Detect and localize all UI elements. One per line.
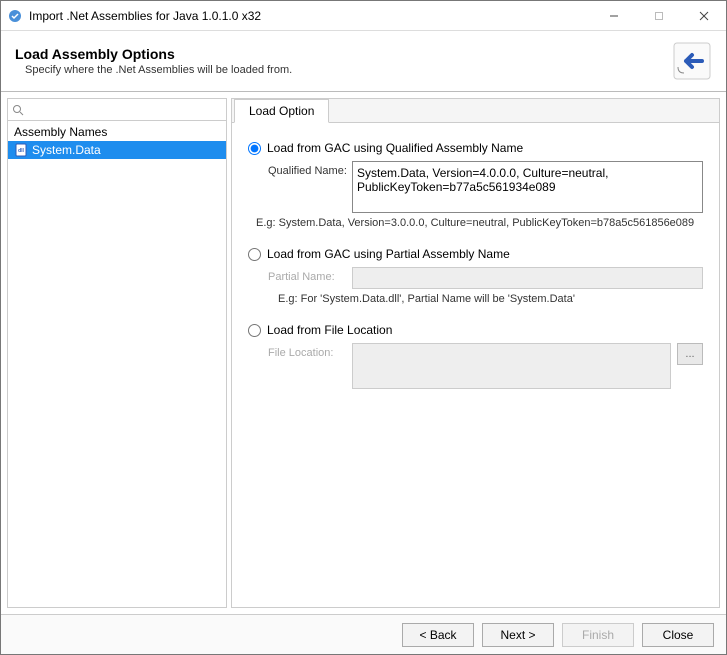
- radio-gac-qualified-row[interactable]: Load from GAC using Qualified Assembly N…: [248, 141, 703, 155]
- option-file-location: Load from File Location File Location: .…: [248, 323, 703, 389]
- next-button[interactable]: Next >: [482, 623, 554, 647]
- banner-text: Load Assembly Options Specify where the …: [15, 46, 672, 76]
- tab-content: Load from GAC using Qualified Assembly N…: [232, 123, 719, 607]
- assembly-item-system-data[interactable]: dll System.Data: [8, 141, 226, 159]
- option-gac-qualified: Load from GAC using Qualified Assembly N…: [248, 141, 703, 229]
- qualified-name-hint: E.g: System.Data, Version=3.0.0.0, Cultu…: [248, 217, 703, 229]
- assembly-tree[interactable]: dll System.Data: [8, 141, 226, 607]
- browse-button[interactable]: ...: [677, 343, 703, 365]
- radio-file-location-label: Load from File Location: [267, 323, 392, 337]
- partial-name-label: Partial Name:: [268, 267, 346, 283]
- file-location-label: File Location:: [268, 343, 346, 359]
- app-icon: [7, 8, 23, 24]
- load-option-panel: Load Option Load from GAC using Qualifie…: [231, 98, 720, 608]
- qualified-name-input[interactable]: [352, 161, 703, 213]
- radio-gac-partial-row[interactable]: Load from GAC using Partial Assembly Nam…: [248, 247, 703, 261]
- radio-file-location[interactable]: [248, 324, 261, 337]
- close-button[interactable]: [681, 1, 726, 30]
- window-controls: [591, 1, 726, 30]
- tab-load-option[interactable]: Load Option: [234, 99, 329, 123]
- qualified-name-label: Qualified Name:: [268, 161, 346, 177]
- partial-name-input: [352, 267, 703, 289]
- dialog-window: Import .Net Assemblies for Java 1.0.1.0 …: [0, 0, 727, 655]
- finish-button: Finish: [562, 623, 634, 647]
- footer: < Back Next > Finish Close: [1, 614, 726, 654]
- minimize-button[interactable]: [591, 1, 636, 30]
- search-icon: [12, 104, 24, 116]
- banner-title: Load Assembly Options: [15, 46, 672, 62]
- back-button[interactable]: < Back: [402, 623, 474, 647]
- window-title: Import .Net Assemblies for Java 1.0.1.0 …: [29, 9, 591, 23]
- search-wrap: [8, 99, 226, 121]
- file-location-input: [352, 343, 671, 389]
- radio-gac-partial-label: Load from GAC using Partial Assembly Nam…: [267, 247, 510, 261]
- partial-name-hint: E.g: For 'System.Data.dll', Partial Name…: [248, 293, 703, 305]
- option-gac-partial: Load from GAC using Partial Assembly Nam…: [248, 247, 703, 305]
- assembly-file-icon: dll: [14, 143, 28, 157]
- radio-file-location-row[interactable]: Load from File Location: [248, 323, 703, 337]
- assembly-names-label: Assembly Names: [8, 121, 226, 141]
- banner: Load Assembly Options Specify where the …: [1, 31, 726, 92]
- radio-gac-qualified[interactable]: [248, 142, 261, 155]
- titlebar: Import .Net Assemblies for Java 1.0.1.0 …: [1, 1, 726, 31]
- svg-text:dll: dll: [18, 148, 24, 154]
- banner-subtitle: Specify where the .Net Assemblies will b…: [15, 64, 672, 76]
- maximize-button[interactable]: [636, 1, 681, 30]
- radio-gac-qualified-label: Load from GAC using Qualified Assembly N…: [267, 141, 523, 155]
- close-dialog-button[interactable]: Close: [642, 623, 714, 647]
- back-arrow-icon: [672, 41, 712, 81]
- radio-gac-partial[interactable]: [248, 248, 261, 261]
- body: Assembly Names dll System.Data Load Opti…: [1, 92, 726, 614]
- tabs: Load Option: [232, 99, 719, 123]
- assembly-item-label: System.Data: [32, 143, 101, 157]
- assembly-list-panel: Assembly Names dll System.Data: [7, 98, 227, 608]
- search-input[interactable]: [24, 102, 222, 118]
